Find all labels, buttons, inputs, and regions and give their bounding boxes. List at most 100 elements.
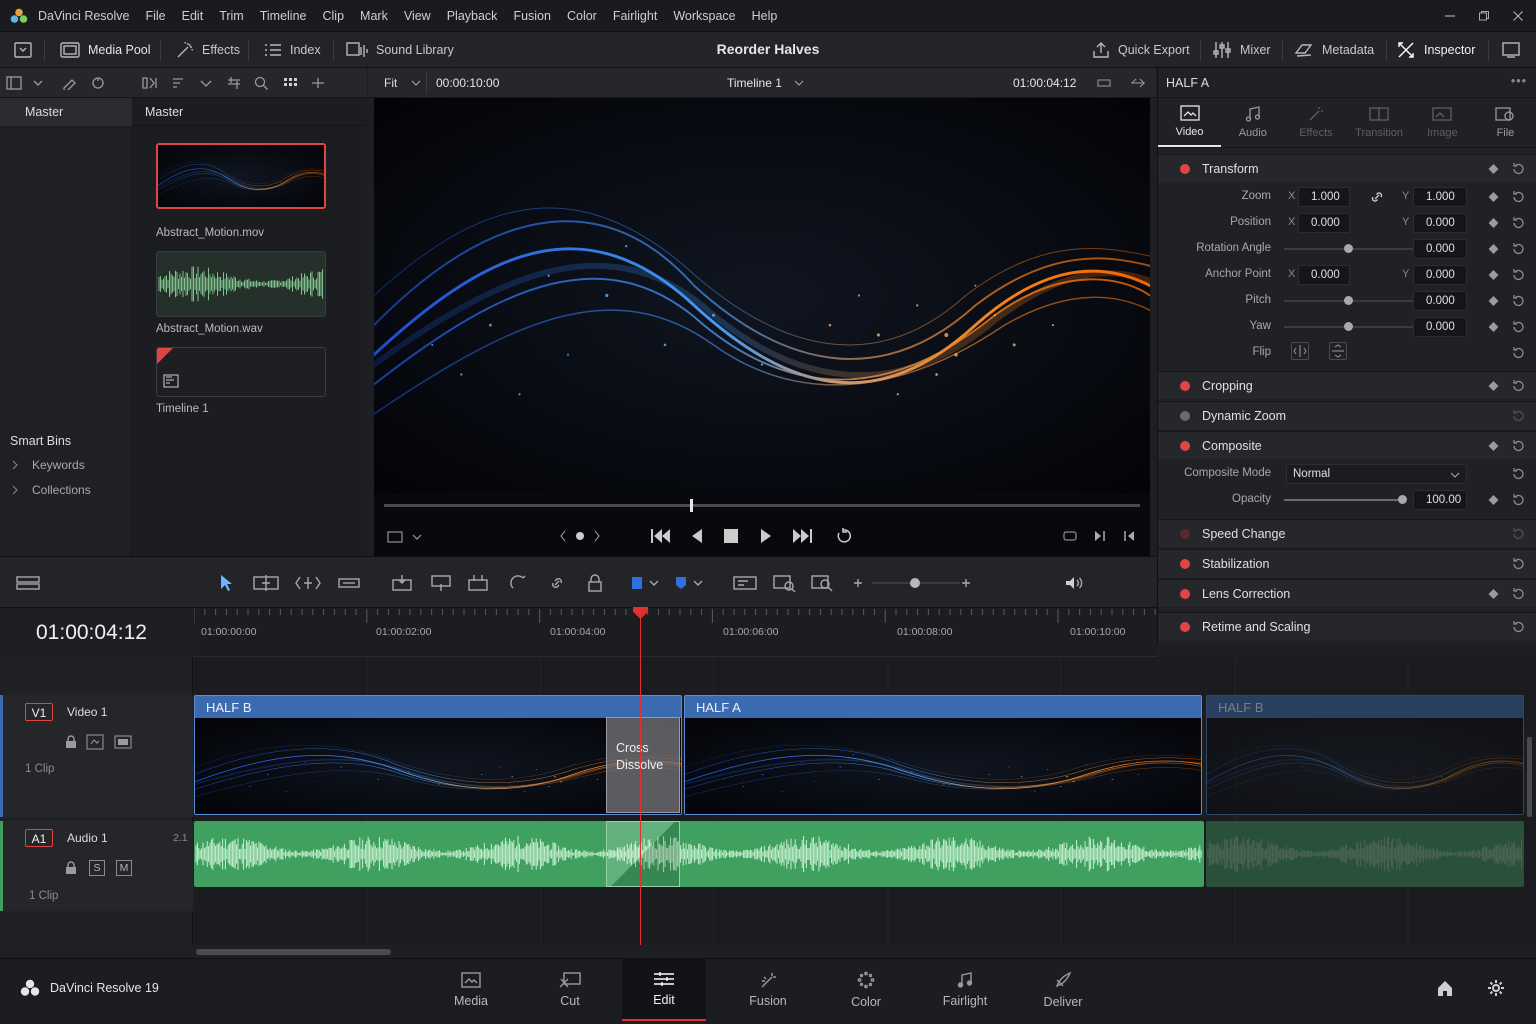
lens-correction-enable-toggle[interactable]: [1180, 588, 1190, 599]
menu-file[interactable]: File: [145, 9, 165, 23]
go-to-start-button[interactable]: [650, 527, 672, 545]
track-name-a1[interactable]: Audio 1: [67, 831, 108, 845]
reset-icon[interactable]: [1511, 242, 1525, 256]
zoom-out-icon[interactable]: [848, 557, 868, 609]
fullscreen-icon[interactable]: [1502, 32, 1520, 68]
keyframe-icon[interactable]: [1488, 192, 1499, 202]
mute-button[interactable]: M: [116, 860, 132, 876]
yaw-slider-handle[interactable]: [1344, 322, 1353, 331]
menu-color[interactable]: Color: [567, 9, 597, 23]
clip-thumb-audio[interactable]: [156, 251, 326, 317]
dynamic-trim-icon[interactable]: [292, 557, 324, 609]
timeline-ruler[interactable]: 01:00:00:00 01:00:02:00 01:00:04:00 01:0…: [194, 609, 1157, 657]
mixer-button[interactable]: Mixer: [1212, 32, 1271, 68]
stabilization-section-header[interactable]: Stabilization: [1158, 549, 1536, 577]
smart-bin-collections[interactable]: Collections: [12, 483, 91, 497]
sidebar-toggle-icon[interactable]: [0, 68, 28, 98]
scrub-handle[interactable]: [690, 499, 694, 512]
edit-bin-icon[interactable]: [56, 68, 84, 98]
track-id-a1[interactable]: A1: [25, 829, 53, 847]
replace-clip-icon[interactable]: [463, 557, 493, 609]
page-fairlight[interactable]: Fairlight: [923, 959, 1007, 1021]
gear-icon[interactable]: [1487, 979, 1505, 997]
dynamic-zoom-enable-toggle[interactable]: [1180, 410, 1190, 421]
video-clip-half-a[interactable]: HALF A: [684, 695, 1202, 815]
zoom-y-field[interactable]: 1.000: [1413, 187, 1467, 207]
page-deliver[interactable]: Deliver: [1021, 959, 1105, 1021]
keyframe-icon[interactable]: [1488, 218, 1499, 228]
speed-change-enable-toggle[interactable]: [1180, 528, 1190, 539]
opacity-slider[interactable]: [1284, 495, 1407, 504]
tab-audio[interactable]: Audio: [1221, 98, 1284, 147]
reset-icon[interactable]: [1511, 320, 1525, 334]
position-x-field[interactable]: 0.000: [1298, 213, 1350, 233]
menu-timeline[interactable]: Timeline: [260, 9, 307, 23]
reset-icon[interactable]: [1511, 409, 1525, 423]
tab-video[interactable]: Video: [1158, 98, 1222, 147]
menu-trim[interactable]: Trim: [219, 9, 244, 23]
menu-fairlight[interactable]: Fairlight: [613, 9, 657, 23]
viewer-options-icon[interactable]: [1097, 77, 1111, 89]
sort-icon[interactable]: [164, 68, 192, 98]
metadata-button[interactable]: Metadata: [1294, 32, 1374, 68]
snapping-icon[interactable]: [504, 557, 532, 609]
linked-selection-icon[interactable]: [543, 557, 571, 609]
keyframe-icon[interactable]: [1488, 380, 1499, 391]
zoom-custom-icon[interactable]: [808, 557, 838, 609]
position-y-field[interactable]: 0.000: [1413, 213, 1467, 233]
insert-clip-icon[interactable]: [385, 557, 419, 609]
reset-icon[interactable]: [1511, 620, 1525, 634]
clip-thumb-video[interactable]: [156, 143, 326, 209]
menu-view[interactable]: View: [404, 9, 431, 23]
page-cut[interactable]: Cut: [528, 959, 612, 1021]
cropping-section-header[interactable]: Cropping: [1158, 371, 1536, 399]
previous-edit-icon[interactable]: [1122, 529, 1136, 543]
pitch-field[interactable]: 0.000: [1413, 291, 1467, 311]
reset-icon[interactable]: [1511, 587, 1525, 601]
keyframe-icon[interactable]: [1488, 296, 1499, 306]
audio-level-icon[interactable]: [1060, 557, 1088, 609]
keyframe-icon[interactable]: [1488, 244, 1499, 254]
app-name[interactable]: DaVinci Resolve: [38, 9, 129, 23]
timeline-zoom-handle[interactable]: [910, 578, 920, 588]
anchor-x-field[interactable]: 0.000: [1298, 265, 1350, 285]
timeline-view-options-icon[interactable]: [14, 557, 42, 609]
flag-color-dropdown[interactable]: [624, 557, 666, 609]
reset-icon[interactable]: [1511, 467, 1525, 481]
tab-effects[interactable]: Effects: [1284, 98, 1347, 147]
stabilization-enable-toggle[interactable]: [1180, 558, 1190, 569]
home-icon[interactable]: [1436, 979, 1454, 997]
quick-export-button[interactable]: Quick Export: [1092, 32, 1190, 68]
reset-icon[interactable]: [1511, 527, 1525, 541]
playhead-line[interactable]: [640, 609, 641, 945]
overwrite-clip-icon[interactable]: [426, 557, 456, 609]
effects-button[interactable]: Effects: [176, 32, 240, 68]
match-frame-icon[interactable]: [1062, 529, 1078, 543]
stop-button[interactable]: [723, 527, 739, 545]
reset-icon[interactable]: [1511, 346, 1525, 360]
smart-bin-keywords[interactable]: Keywords: [12, 458, 85, 472]
reset-icon[interactable]: [1511, 493, 1525, 507]
zoom-dropdown[interactable]: Fit: [384, 76, 421, 90]
more-options-icon[interactable]: [304, 68, 332, 98]
link-icon[interactable]: [1370, 191, 1384, 203]
reset-icon[interactable]: [1511, 268, 1525, 282]
page-color[interactable]: Color: [824, 959, 908, 1021]
solo-button[interactable]: S: [89, 860, 105, 876]
opacity-field[interactable]: 100.00: [1413, 490, 1467, 510]
opacity-slider-handle[interactable]: [1398, 495, 1407, 504]
blade-tool-icon[interactable]: [333, 557, 365, 609]
anchor-y-field[interactable]: 0.000: [1413, 265, 1467, 285]
vertical-scrollbar[interactable]: [1527, 737, 1532, 817]
page-media[interactable]: Media: [429, 959, 513, 1021]
yaw-slider[interactable]: [1284, 322, 1414, 331]
composite-enable-toggle[interactable]: [1180, 440, 1190, 451]
inspector-button[interactable]: Inspector: [1396, 32, 1475, 68]
keyframe-icon[interactable]: [1488, 588, 1499, 599]
position-lock-icon[interactable]: [581, 557, 609, 609]
composite-section-header[interactable]: Composite: [1158, 431, 1536, 459]
close-icon[interactable]: [1500, 0, 1536, 32]
marker-color-dropdown[interactable]: [668, 557, 710, 609]
track-header-a1[interactable]: A1 Audio 1 2.1 S M 1 Clip: [0, 821, 193, 911]
zoom-in-icon[interactable]: [956, 557, 976, 609]
